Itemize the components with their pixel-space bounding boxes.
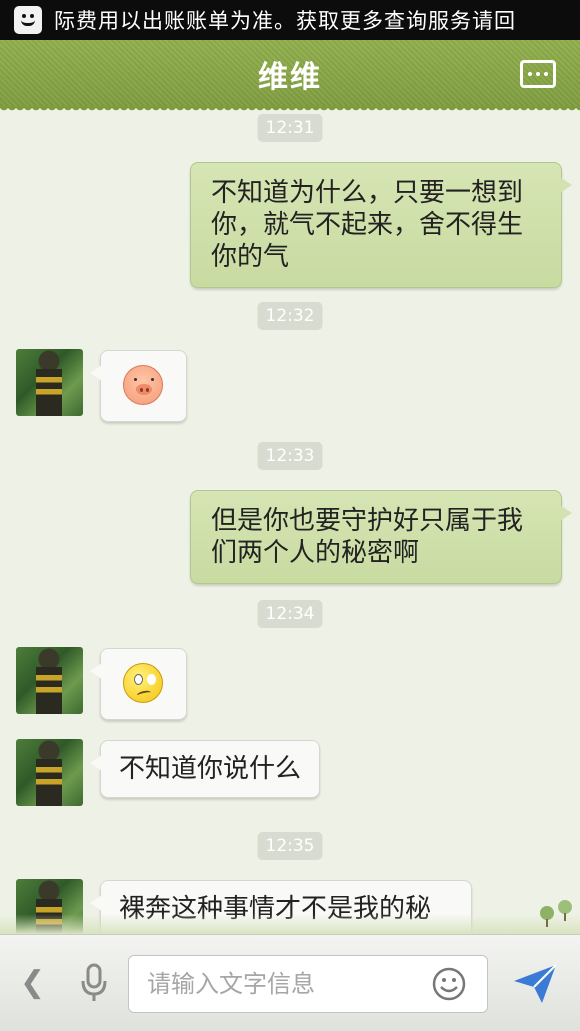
smiley-icon[interactable]	[432, 967, 466, 1001]
dot-icon	[544, 72, 548, 76]
notification-text: 际费用以出账账单为准。获取更多查询服务请回	[54, 9, 516, 33]
tree-icon	[558, 900, 572, 921]
chat-title: 维维	[258, 60, 322, 95]
back-arrow-icon[interactable]: ❮	[20, 965, 45, 1000]
timestamp: 12:33	[257, 442, 323, 470]
message-notification-icon	[14, 6, 42, 34]
timestamp: 12:35	[257, 832, 323, 860]
pig-face-icon	[123, 365, 163, 405]
incoming-emoji-message[interactable]	[90, 648, 187, 720]
avatar[interactable]	[16, 647, 83, 714]
more-options-button[interactable]	[520, 60, 556, 88]
timestamp: 12:32	[257, 302, 323, 330]
avatar[interactable]	[16, 349, 83, 416]
dot-icon	[536, 72, 540, 76]
outgoing-message[interactable]: 不知道为什么，只要一想到你，就气不起来，舍不得生你的气	[190, 162, 572, 288]
decorative-ground	[0, 914, 580, 934]
microphone-icon[interactable]	[78, 963, 110, 1003]
input-bar: ❮	[0, 934, 580, 1031]
outgoing-message[interactable]: 但是你也要守护好只属于我们两个人的秘密啊	[190, 490, 572, 584]
chat-header: 维维	[0, 40, 580, 114]
incoming-emoji-message[interactable]	[90, 350, 187, 422]
dot-icon	[528, 72, 532, 76]
send-icon[interactable]	[512, 963, 558, 1005]
confused-face-icon	[123, 663, 163, 703]
message-list[interactable]: 12:31 不知道为什么，只要一想到你，就气不起来，舍不得生你的气 12:32 …	[0, 108, 580, 934]
incoming-message[interactable]: 不知道你说什么	[89, 740, 321, 798]
status-bar: 际费用以出账账单为准。获取更多查询服务请回	[0, 0, 580, 40]
timestamp: 12:34	[257, 600, 323, 628]
timestamp: 12:31	[257, 114, 323, 142]
tree-icon	[540, 906, 554, 927]
avatar[interactable]	[16, 739, 83, 806]
